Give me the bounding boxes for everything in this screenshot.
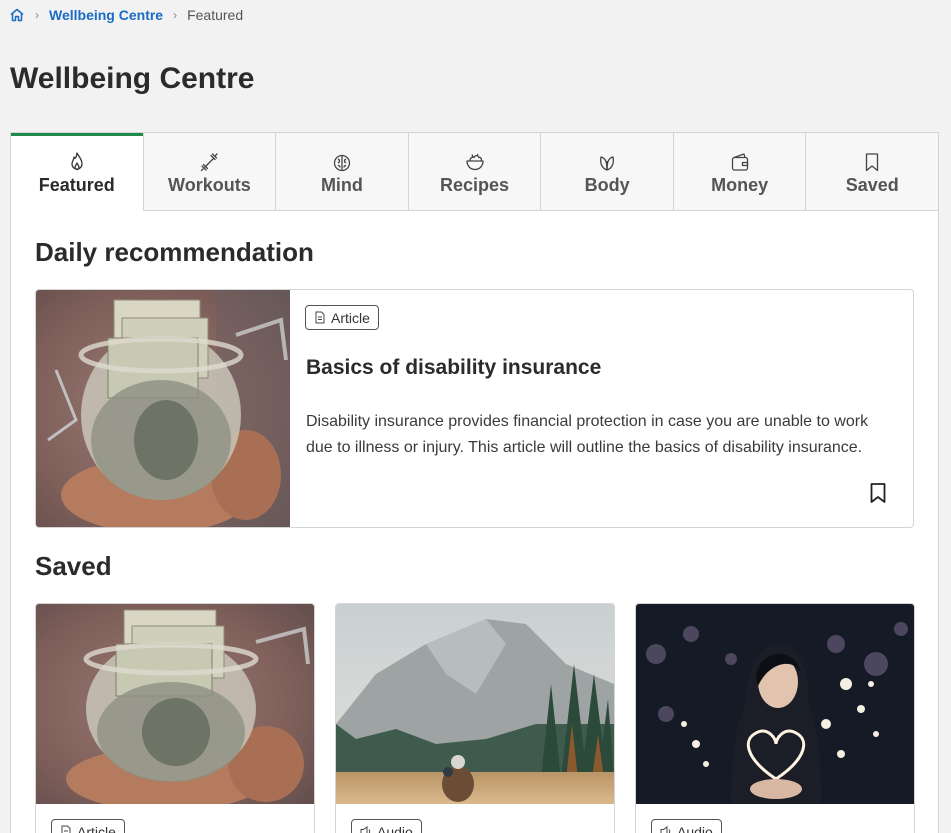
tab-saved[interactable]: Saved (805, 133, 939, 211)
tab-money[interactable]: Money (672, 133, 806, 211)
page-title: Wellbeing Centre (10, 62, 255, 95)
badge-label: Audio (377, 823, 413, 833)
mountain-landscape-image (336, 604, 614, 804)
woman-with-lights-image (636, 604, 914, 804)
tab-mind[interactable]: Mind (275, 133, 408, 211)
money-jar-image (36, 290, 290, 527)
flame-icon (71, 152, 83, 171)
recommendation-description: Disability insurance provides financial … (306, 413, 869, 456)
breadcrumb-current: Featured (187, 7, 244, 23)
money-jar-image (36, 604, 314, 804)
speaker-icon (660, 826, 671, 833)
chevron-right-icon: › (35, 8, 39, 22)
content-type-badge: Audio (651, 819, 722, 833)
tab-label: Mind (320, 175, 363, 195)
content-type-badge: Article (51, 819, 125, 833)
chevron-right-icon: › (173, 8, 178, 22)
brain-icon (333, 154, 351, 172)
bookmark-button[interactable] (868, 482, 888, 504)
tab-label: Featured (38, 175, 115, 195)
content-panel: Featured Workouts Mind Recipes Body Mone… (10, 132, 939, 833)
daily-recommendation-heading: Daily recommendation (35, 237, 314, 267)
badge-label: Article (77, 823, 116, 833)
leaf-icon (600, 156, 615, 171)
saved-card[interactable]: Audio (635, 603, 915, 833)
tab-label: Recipes (440, 175, 510, 195)
badge-label: Audio (677, 823, 713, 833)
content-type-badge: Audio (351, 819, 422, 833)
tab-body[interactable]: Body (540, 133, 673, 211)
tab-label: Workouts (168, 175, 251, 195)
tab-label: Body (584, 175, 630, 195)
tab-label: Saved (845, 175, 899, 195)
document-icon (61, 825, 71, 833)
wallet-icon (731, 153, 748, 171)
salad-bowl-icon (465, 153, 484, 171)
home-icon[interactable] (9, 7, 25, 23)
saved-card[interactable]: Audio (335, 603, 615, 833)
saved-card[interactable]: Article (35, 603, 315, 833)
bookmark-icon (866, 153, 879, 172)
recommendation-title[interactable]: Basics of disability insurance (306, 356, 601, 380)
tab-featured[interactable]: Featured (11, 133, 143, 211)
breadcrumb-link-wellbeing[interactable]: Wellbeing Centre (49, 7, 163, 23)
content-type-badge: Article (305, 305, 379, 330)
saved-heading: Saved (35, 551, 112, 581)
dumbbell-icon (201, 153, 219, 172)
document-icon (315, 311, 325, 324)
speaker-icon (360, 826, 371, 833)
tab-workouts[interactable]: Workouts (142, 133, 276, 211)
tab-recipes[interactable]: Recipes (407, 133, 541, 211)
tab-label: Money (711, 175, 769, 195)
breadcrumb: › Wellbeing Centre › Featured (9, 6, 243, 24)
recommendation-card[interactable]: Article Basics of disability insurance D… (35, 289, 914, 528)
badge-label: Article (331, 309, 370, 326)
tab-bar: Featured Workouts Mind Recipes Body Mone… (11, 133, 939, 211)
